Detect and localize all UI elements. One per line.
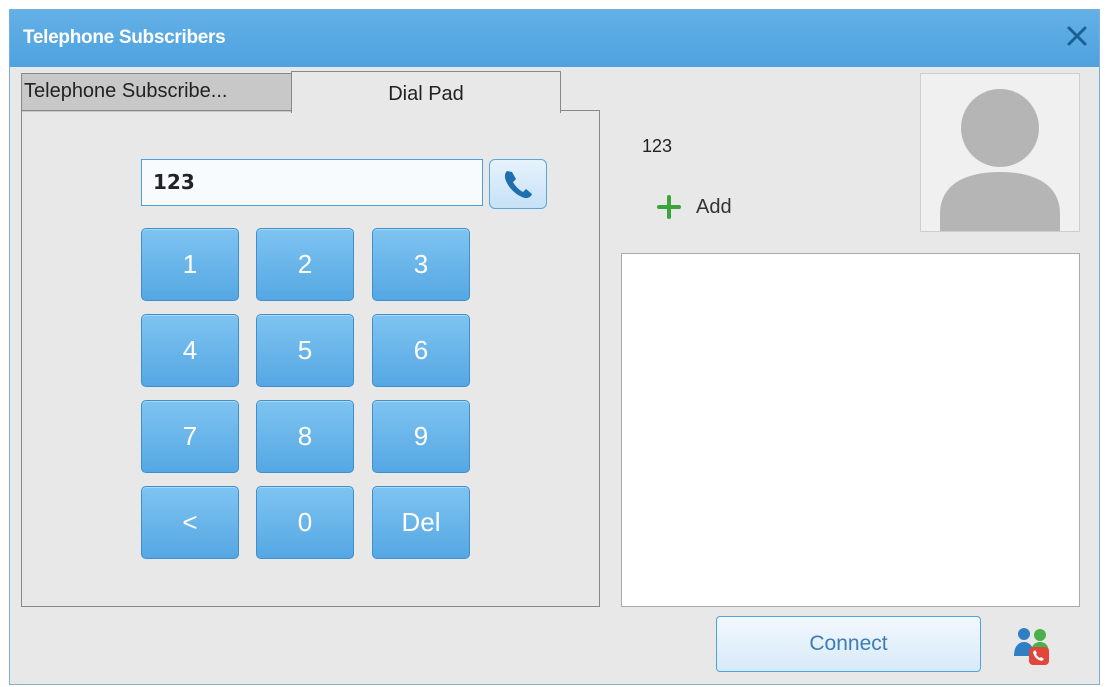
key-0[interactable]: 0 [256, 486, 354, 559]
users-call-icon[interactable] [1012, 626, 1052, 666]
dial-number-input[interactable]: 123 [141, 159, 483, 206]
key-6[interactable]: 6 [372, 314, 470, 387]
subscriber-info-box[interactable] [621, 253, 1080, 607]
key-5[interactable]: 5 [256, 314, 354, 387]
subscriber-number: 123 [642, 136, 673, 156]
user-avatar-icon [940, 89, 1060, 231]
call-button[interactable] [489, 159, 547, 209]
window-title: Telephone Subscribers [23, 27, 226, 48]
plus-icon [657, 195, 681, 219]
add-label: Add [696, 196, 732, 218]
key-2[interactable]: 2 [256, 228, 354, 301]
key-9[interactable]: 9 [372, 400, 470, 473]
title-bar: Telephone Subscribers [10, 10, 1099, 67]
key-1[interactable]: 1 [141, 228, 239, 301]
key-8[interactable]: 8 [256, 400, 354, 473]
tab-dial-pad[interactable]: Dial Pad [291, 71, 561, 113]
tab-telephone-subscribers[interactable]: Telephone Subscribe... [21, 73, 293, 112]
key-3[interactable]: 3 [372, 228, 470, 301]
key-backspace[interactable]: < [141, 486, 239, 559]
subscriber-avatar [920, 73, 1080, 232]
connect-button[interactable]: Connect [716, 616, 981, 672]
phone-icon [504, 171, 532, 199]
key-4[interactable]: 4 [141, 314, 239, 387]
close-icon[interactable] [1063, 22, 1091, 50]
key-delete[interactable]: Del [372, 486, 470, 559]
key-7[interactable]: 7 [141, 400, 239, 473]
